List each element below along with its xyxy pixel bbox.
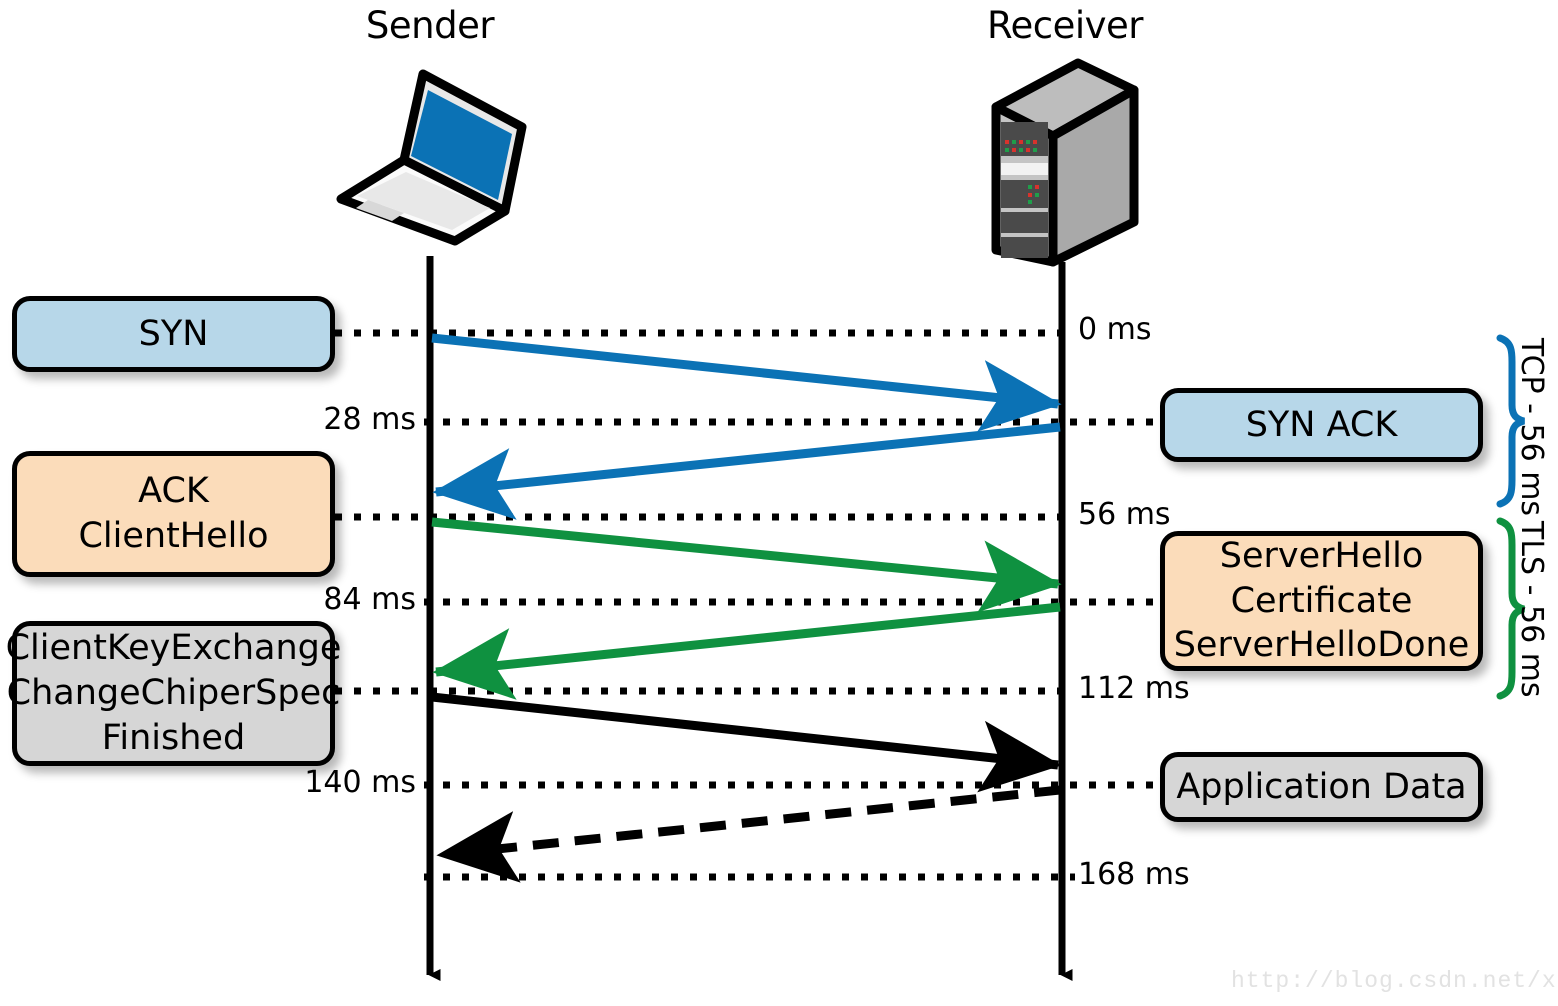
clientkeyexchange-box-line-0: ClientKeyExchange <box>5 628 342 669</box>
sequence-diagram: Sender Receiver SYN ACK ClientHello Clie… <box>0 0 1558 1006</box>
laptop-icon <box>336 69 527 246</box>
clientkeyexchange-box[interactable]: ClientKeyExchange ChangeChiperSpec Finis… <box>6 621 341 766</box>
serverhello-box-line-1: Certificate <box>1230 580 1413 621</box>
syn-box-line-0: SYN <box>138 313 209 354</box>
ack-clienthello-box-line-1: ClientHello <box>78 516 269 556</box>
serverhello-box-line-2: ServerHelloDone <box>1173 625 1470 666</box>
time-112ms: 112 ms <box>1078 671 1190 706</box>
watermark: http://blog.csdn.net/xingtian713 <box>1231 968 1558 994</box>
serverhello-box-line-0: ServerHello <box>1219 535 1424 576</box>
time-168ms: 168 ms <box>1078 857 1190 892</box>
clientkeyexchange-box-line-2: Finished <box>101 717 246 758</box>
server-tower-icon <box>991 58 1139 267</box>
syn-ack-box[interactable]: SYN ACK <box>1160 388 1483 462</box>
syn-ack-box-line-0: SYN ACK <box>1245 404 1398 445</box>
serverhello-arrow <box>432 602 1061 700</box>
sender-title: Sender <box>365 4 495 47</box>
ack-clienthello-box-line-0: ACK <box>138 471 209 512</box>
clienthello-arrow <box>431 517 1062 613</box>
application-data-arrow <box>436 785 1061 883</box>
time-84ms: 84 ms <box>323 582 416 617</box>
receiver-title: Receiver <box>986 4 1144 47</box>
time-140ms: 140 ms <box>304 765 416 800</box>
ack-clienthello-box[interactable]: ACK ClientHello <box>12 451 335 577</box>
application-data-box-line-0: Application Data <box>1176 766 1467 807</box>
clientkeyexchange-arrow <box>431 692 1062 793</box>
serverhello-box[interactable]: ServerHello Certificate ServerHelloDone <box>1160 531 1483 671</box>
syn-ack-arrow <box>432 422 1061 520</box>
tls-brace-label: TLS - 56 ms <box>1514 521 1549 698</box>
clientkeyexchange-box-line-1: ChangeChiperSpec <box>6 673 341 714</box>
tcp-brace-label: TCP - 56 ms <box>1514 338 1549 517</box>
syn-box[interactable]: SYN <box>12 296 335 372</box>
application-data-box[interactable]: Application Data <box>1160 752 1483 822</box>
time-56ms: 56 ms <box>1078 497 1171 532</box>
time-28ms: 28 ms <box>323 402 416 437</box>
syn-arrow <box>431 333 1062 432</box>
time-0ms: 0 ms <box>1078 312 1152 347</box>
